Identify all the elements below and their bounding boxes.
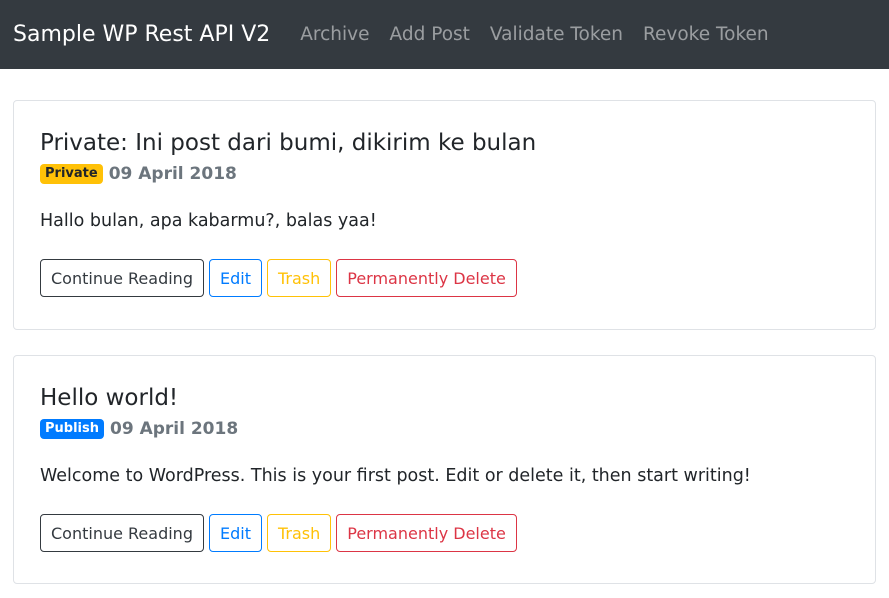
post-title: Private: Ini post dari bumi, dikirim ke …	[40, 130, 537, 156]
trash-button[interactable]: Trash	[266, 259, 332, 297]
permanently-delete-button[interactable]: Permanently Delete	[336, 514, 517, 552]
status-badge: Publish	[40, 419, 104, 439]
status-badge: Private	[40, 164, 103, 184]
continue-reading-button[interactable]: Continue Reading	[40, 514, 204, 552]
nav-link-revoke-token[interactable]: Revoke Token	[643, 24, 769, 45]
post-meta: Publish 09 April 2018	[40, 416, 849, 442]
post-actions: Continue Reading Edit Trash Permanently …	[40, 514, 849, 552]
nav-link-add-post[interactable]: Add Post	[390, 24, 470, 45]
permanently-delete-button[interactable]: Permanently Delete	[336, 259, 517, 297]
post-actions: Continue Reading Edit Trash Permanently …	[40, 259, 849, 297]
continue-reading-button[interactable]: Continue Reading	[40, 259, 204, 297]
nav-link-validate-token[interactable]: Validate Token	[490, 24, 623, 45]
post-list: Private: Ini post dari bumi, dikirim ke …	[0, 69, 889, 584]
trash-button[interactable]: Trash	[266, 514, 332, 552]
post-date: 09 April 2018	[110, 419, 239, 439]
navbar-brand[interactable]: Sample WP Rest API V2	[13, 22, 270, 47]
post-date: 09 April 2018	[108, 164, 237, 184]
post-card: Private: Ini post dari bumi, dikirim ke …	[13, 100, 876, 330]
nav-link-archive[interactable]: Archive	[300, 24, 369, 45]
edit-button[interactable]: Edit	[208, 259, 262, 297]
top-navbar: Sample WP Rest API V2 Archive Add Post V…	[0, 0, 889, 69]
post-excerpt: Hallo bulan, apa kabarmu?, balas yaa!	[40, 211, 377, 231]
edit-button[interactable]: Edit	[208, 514, 262, 552]
post-meta: Private 09 April 2018	[40, 161, 849, 187]
post-title: Hello world!	[40, 385, 179, 411]
post-excerpt: Welcome to WordPress. This is your first…	[40, 466, 751, 486]
post-card: Hello world! Publish 09 April 2018 Welco…	[13, 355, 876, 584]
